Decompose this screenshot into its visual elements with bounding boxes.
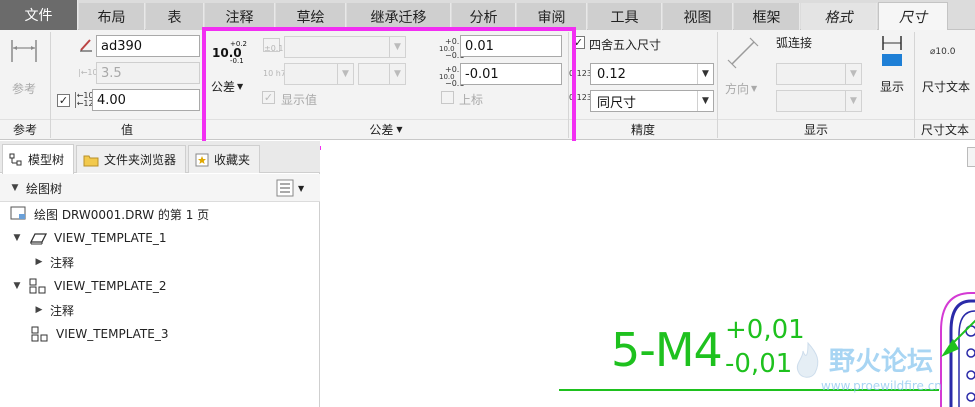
tab-table[interactable]: 表: [146, 3, 204, 30]
chevron-down-icon: ▼: [697, 64, 713, 84]
tree-item-label: VIEW_TEMPLATE_3: [56, 327, 169, 341]
tab-frame[interactable]: 框架: [734, 3, 800, 30]
tree-item-drawing-sheet[interactable]: 绘图 DRW0001.DRW 的第 1 页: [10, 203, 209, 225]
chevron-down-icon: ▼: [751, 84, 758, 93]
tab-dimension[interactable]: 尺寸: [878, 2, 948, 31]
tree-item-label: VIEW_TEMPLATE_2: [54, 279, 167, 293]
tree-settings-button[interactable]: ▼: [276, 177, 312, 199]
decimal-places-combo[interactable]: 0.12 ▼: [590, 63, 714, 85]
tree-item-label: 注释: [50, 255, 75, 270]
tab-tools[interactable]: 工具: [588, 3, 662, 30]
general-view-icon: [29, 233, 48, 245]
model-tree-icon: [9, 153, 22, 165]
collapse-triangle-icon: ▼: [13, 281, 21, 291]
tree-title-label: 绘图树: [26, 181, 63, 196]
round-dimension-label: 四舍五入尺寸: [589, 38, 662, 52]
navigator-panel: 模型树 文件夹浏览器 收藏夹 ▼ 绘图树 ▼ 绘图 DRW0001.DRW 的第…: [0, 141, 320, 407]
tab-review[interactable]: 审阅: [517, 3, 587, 30]
projection-view-icon: [31, 326, 48, 342]
arc-connection-label: 弧连接: [776, 36, 813, 50]
dimension-note-text[interactable]: 5-M4: [611, 323, 723, 377]
drawing-canvas[interactable]: 5-M4 +0,01 -0,01 野火论坛 www.proewildfire.c…: [321, 141, 975, 407]
watermark-url: www.proewildfire.cn: [821, 379, 942, 393]
favorites-icon: [195, 153, 209, 166]
tab-annotate[interactable]: 注释: [205, 3, 275, 30]
dimension-name-field[interactable]: ad390: [96, 35, 200, 57]
tree-item-label: VIEW_TEMPLATE_1: [54, 231, 167, 245]
reference-icon: [11, 40, 37, 62]
tree-item-annotations-1[interactable]: ▶ 注释: [34, 251, 74, 273]
direction-button[interactable]: 方向 ▼: [722, 36, 764, 98]
dimension-name-icon: [80, 39, 92, 52]
tolerance-highlight-frame: [202, 27, 576, 150]
tree-item-view-template-2[interactable]: ▼ VIEW_TEMPLATE_2: [12, 275, 166, 297]
direction-icon: [727, 37, 759, 69]
arc-connection-combo-2: ▼: [776, 90, 862, 112]
group-label-display: 显示: [803, 122, 828, 137]
tab-favorites-label: 收藏夹: [214, 153, 251, 167]
tab-layout[interactable]: 布局: [79, 3, 145, 30]
show-dimension-button[interactable]: 显示: [872, 34, 912, 98]
diameter-icon: ⌀10.0: [930, 47, 956, 57]
tab-sketch[interactable]: 草绘: [276, 3, 346, 30]
chevron-down-icon: ▼: [845, 64, 861, 84]
override-value-field[interactable]: 4.00: [92, 89, 200, 111]
chevron-down-icon: ▼: [298, 183, 305, 193]
drawing-sheet-icon: [10, 206, 26, 220]
expand-triangle-icon: ▶: [35, 257, 43, 267]
tree-item-view-template-1[interactable]: ▼ VIEW_TEMPLATE_1: [12, 227, 167, 249]
group-label-value: 值: [120, 122, 133, 137]
list-settings-icon: [276, 179, 294, 197]
override-value-checkbox[interactable]: ✓: [57, 94, 70, 107]
tree-item-annotations-2[interactable]: ▶ 注释: [34, 299, 74, 321]
tab-favorites[interactable]: 收藏夹: [188, 145, 260, 173]
group-label-precision: 精度: [630, 122, 655, 137]
nominal-value-field: 3.5: [96, 62, 200, 84]
reference-button-label: 参考: [12, 82, 37, 96]
collapse-triangle-icon: ▼: [11, 183, 19, 193]
expand-triangle-icon: ▶: [35, 305, 43, 315]
tree-item-label: 绘图 DRW0001.DRW 的第 1 页: [34, 207, 210, 222]
decimal-places-value: 0.12: [597, 66, 626, 82]
collapse-triangle-icon: ▼: [13, 233, 21, 243]
arc-connection-combo-1: ▼: [776, 63, 862, 85]
lower-tolerance-text: -0,01: [725, 349, 793, 379]
canvas-scroll-handle[interactable]: [967, 147, 975, 167]
group-label-reference: 参考: [12, 122, 37, 137]
reference-button[interactable]: 参考: [4, 34, 44, 98]
projection-view-icon: [29, 278, 46, 294]
tab-legacy-migration[interactable]: 继承迁移: [347, 3, 451, 30]
tree-title[interactable]: ▼ 绘图树: [10, 177, 62, 199]
watermark-title: 野火论坛: [829, 347, 934, 377]
folder-icon: [83, 155, 99, 166]
tree-header: ▼ 绘图树 ▼: [0, 174, 320, 202]
group-label-dimension-text: 尺寸文本: [920, 122, 969, 137]
show-dimension-label: 显示: [880, 80, 905, 94]
dimension-text-label: 尺寸文本: [922, 80, 971, 94]
ribbon-tab-bar: 文件 布局 表 注释 草绘 继承迁移 分析 审阅 工具 视图 框架 格式 尺寸: [0, 0, 975, 31]
tolerance-decimals-combo[interactable]: 同尺寸 ▼: [590, 90, 714, 112]
chevron-down-icon: ▼: [845, 91, 861, 111]
tab-file[interactable]: 文件: [0, 0, 78, 30]
tolerance-decimals-value: 同尺寸: [597, 95, 637, 111]
tab-folder-browser-label: 文件夹浏览器: [104, 153, 177, 167]
tab-view[interactable]: 视图: [663, 3, 733, 30]
tab-model-tree-label: 模型树: [28, 153, 65, 167]
show-dimension-icon: [882, 36, 902, 66]
watermark: 野火论坛 www.proewildfire.cn: [791, 337, 975, 407]
tab-analysis[interactable]: 分析: [452, 3, 516, 30]
tab-format[interactable]: 格式: [801, 3, 877, 30]
chevron-down-icon: ▼: [697, 91, 713, 111]
flame-logo-icon: [796, 341, 819, 378]
tree-item-label: 注释: [50, 303, 75, 318]
direction-button-label: 方向 ▼: [725, 82, 758, 96]
tab-model-tree[interactable]: 模型树: [2, 144, 74, 174]
dimension-text-button[interactable]: ⌀10.0 尺寸文本: [918, 36, 975, 98]
tab-folder-browser[interactable]: 文件夹浏览器: [76, 145, 186, 173]
navigator-tab-bar: 模型树 文件夹浏览器 收藏夹: [0, 141, 320, 174]
tree-item-view-template-3[interactable]: VIEW_TEMPLATE_3: [30, 323, 168, 345]
